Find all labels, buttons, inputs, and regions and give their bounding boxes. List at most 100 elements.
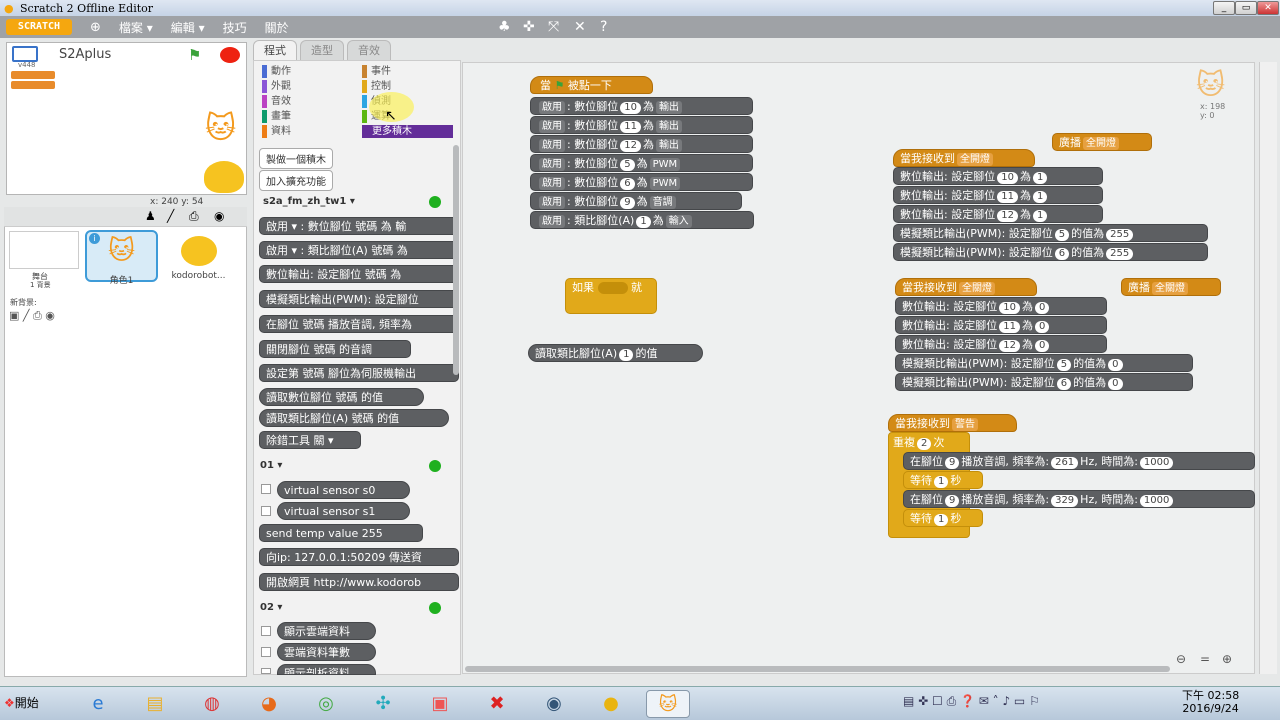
maximize-button[interactable]: ▭ xyxy=(1235,1,1257,15)
extension-header[interactable]: 01 ▾ xyxy=(260,460,282,471)
if-condition-slot[interactable] xyxy=(597,282,628,294)
enable-pin-block[interactable]: 啟用: 數位腳位 11 為輸出 xyxy=(530,116,753,134)
cat-control[interactable]: 控制 xyxy=(362,80,391,93)
palette-reporter[interactable]: virtual sensor s1 xyxy=(277,502,410,520)
script-hscrollbar[interactable] xyxy=(465,666,1170,672)
add-extension-button[interactable]: 加入擴充功能 xyxy=(259,170,333,191)
palette-block[interactable]: 讀取類比腳位(A) 號碼 的值 xyxy=(259,409,449,427)
palette-block[interactable]: 開啟網頁 http://www.kodorob xyxy=(259,573,459,591)
start-button[interactable]: ❖開始 xyxy=(4,694,39,711)
app-icon[interactable]: ✖ xyxy=(475,690,519,718)
cut-icon[interactable]: ✜ xyxy=(523,19,535,35)
output-block[interactable]: 數位輸出: 設定腳位 12 為 1 xyxy=(893,205,1103,223)
enable-pin-block[interactable]: 啟用: 數位腳位 9 為音調 xyxy=(530,192,742,210)
menu-about[interactable]: 關於 xyxy=(265,19,289,36)
palette-block[interactable]: 除錯工具 關 ▾ xyxy=(259,431,361,449)
wait-block[interactable]: 等待 1 秒 xyxy=(903,471,983,489)
tab-scripts[interactable]: 程式 xyxy=(253,40,297,60)
checkbox[interactable] xyxy=(261,626,271,636)
script-vscrollbar[interactable] xyxy=(1259,62,1277,674)
output-block[interactable]: 模擬類比輸出(PWM): 設定腳位 6 的值為 0 xyxy=(895,373,1193,391)
play-tone-block[interactable]: 在腳位 9 播放音調, 頻率為: 261 Hz, 時間為: 1000 xyxy=(903,452,1255,470)
extension-header[interactable]: s2a_fm_zh_tw1 ▾ xyxy=(263,196,355,207)
broadcast-block[interactable]: 廣播 全開燈 xyxy=(1052,133,1152,151)
output-block[interactable]: 模擬類比輸出(PWM): 設定腳位 5 的值為 0 xyxy=(895,354,1193,372)
when-flag-hat[interactable]: 當 ⚑ 被點一下 xyxy=(530,76,653,94)
read-analog-reporter[interactable]: 讀取類比腳位(A) 1 的值 xyxy=(528,344,703,362)
palette-block[interactable]: send temp value 255 xyxy=(259,524,423,542)
palette-block[interactable]: 模擬類比輸出(PWM): 設定腳位 xyxy=(259,290,459,308)
menu-edit[interactable]: 編輯 ▾ xyxy=(171,19,205,36)
if-block[interactable]: 如果 就 xyxy=(565,278,657,314)
cat-sprite[interactable]: 🐱 xyxy=(205,111,236,146)
palette-block[interactable]: 數位輸出: 設定腳位 號碼 為 xyxy=(259,265,459,283)
palette-reporter[interactable]: 顯示雲端資料 xyxy=(277,622,376,640)
cat-sound[interactable]: 音效 xyxy=(262,95,291,108)
menu-tips[interactable]: 技巧 xyxy=(223,19,247,36)
output-block[interactable]: 數位輸出: 設定腳位 10 為 0 xyxy=(895,297,1107,315)
enable-pin-block[interactable]: 啟用: 數位腳位 12 為輸出 xyxy=(530,135,753,153)
when-receive-hat[interactable]: 當我接收到 警告 xyxy=(888,414,1017,432)
output-block[interactable]: 數位輸出: 設定腳位 11 為 1 xyxy=(893,186,1103,204)
minimize-button[interactable]: _ xyxy=(1213,1,1235,15)
chrome-icon[interactable]: ◍ xyxy=(190,690,234,718)
palette-reporter[interactable]: virtual sensor s0 xyxy=(277,481,410,499)
explorer-icon[interactable]: ▤ xyxy=(133,690,177,718)
upload-sprite-icon[interactable]: ⎙ xyxy=(189,209,199,224)
app-icon[interactable]: ▣ xyxy=(418,690,462,718)
palette-block[interactable]: 設定第 號碼 腳位為伺服機輸出 xyxy=(259,364,459,382)
close-button[interactable]: ✕ xyxy=(1257,1,1279,15)
palette-reporter[interactable]: 顯示剖析資料 xyxy=(277,664,376,675)
globe-icon[interactable]: ⊕ xyxy=(90,20,101,35)
stage-thumbnail[interactable] xyxy=(9,231,79,269)
output-block[interactable]: 數位輸出: 設定腳位 12 為 0 xyxy=(895,335,1107,353)
kodorobot-app-icon[interactable]: ● xyxy=(589,690,633,718)
zoom-out-icon[interactable]: ⊖ xyxy=(1176,652,1186,666)
output-block[interactable]: 模擬類比輸出(PWM): 設定腳位 5 的值為 255 xyxy=(893,224,1208,242)
play-tone-block[interactable]: 在腳位 9 播放音調, 頻率為: 329 Hz, 時間為: 1000 xyxy=(903,490,1255,508)
stage[interactable]: v448 🐱 xyxy=(6,42,247,195)
sprite-thumb-cat[interactable]: i 🐱 角色1 xyxy=(85,230,158,286)
palette-block[interactable]: 讀取數位腳位 號碼 的值 xyxy=(259,388,424,406)
checkbox[interactable] xyxy=(261,506,271,516)
tab-costumes[interactable]: 造型 xyxy=(300,40,344,60)
broadcast-block[interactable]: 廣播 全關燈 xyxy=(1121,278,1221,296)
grow-icon[interactable]: ⤧ xyxy=(548,19,559,35)
ie-icon[interactable]: e xyxy=(76,690,120,718)
palette-block[interactable]: 關閉腳位 號碼 的音調 xyxy=(259,340,411,358)
kodorobot-sprite[interactable] xyxy=(204,161,244,193)
camera-icon[interactable]: ◉ xyxy=(214,209,224,223)
palette-block[interactable]: 在腳位 號碼 播放音調, 頻率為 xyxy=(259,315,459,333)
scratch-logo[interactable]: SCRATCH xyxy=(6,19,72,35)
make-block-button[interactable]: 製做一個積木 xyxy=(259,148,333,169)
info-icon[interactable]: i xyxy=(89,233,100,244)
zoom-in-icon[interactable]: ⊕ xyxy=(1222,652,1232,666)
checkbox[interactable] xyxy=(261,668,271,674)
scratch-app-icon[interactable]: 🐱 xyxy=(646,690,690,718)
checkbox[interactable] xyxy=(261,484,271,494)
backdrop-tools[interactable]: ▣ ╱ ⎙ ◉ xyxy=(9,309,55,323)
paint-sprite-icon[interactable]: ╱ xyxy=(167,209,174,223)
duplicate-icon[interactable]: ♣ xyxy=(498,19,511,35)
shrink-icon[interactable]: ✕ xyxy=(574,19,586,35)
output-block[interactable]: 數位輸出: 設定腳位 11 為 0 xyxy=(895,316,1107,334)
app-icon[interactable]: ◉ xyxy=(532,690,576,718)
cat-more-blocks[interactable]: 更多積木 xyxy=(362,125,453,138)
output-block[interactable]: 數位輸出: 設定腳位 10 為 1 xyxy=(893,167,1103,185)
palette-block[interactable]: 啟用 ▾ : 類比腳位(A) 號碼 為 xyxy=(259,241,459,259)
cat-events[interactable]: 事件 xyxy=(362,65,391,78)
cat-data[interactable]: 資料 xyxy=(262,125,291,138)
palette-block[interactable]: 向ip: 127.0.0.1:50209 傳送資 xyxy=(259,548,459,566)
sprite-library-icon[interactable]: ♟ xyxy=(145,209,156,223)
presentation-mode-icon[interactable] xyxy=(12,46,38,62)
checkbox[interactable] xyxy=(261,647,271,657)
tray-icons[interactable]: ▤ ✜ ☐ ⎙ ❓ ✉ ˄ ♪ ▭ ⚐ xyxy=(903,694,1040,709)
output-block[interactable]: 模擬類比輸出(PWM): 設定腳位 6 的值為 255 xyxy=(893,243,1208,261)
palette-reporter[interactable]: 雲端資料筆數 xyxy=(277,643,376,661)
enable-pin-block[interactable]: 啟用: 類比腳位(A) 1 為輸入 xyxy=(530,211,754,229)
palette-scrollbar[interactable] xyxy=(453,145,459,375)
help-icon[interactable]: ? xyxy=(600,19,607,35)
browser-icon[interactable]: ◎ xyxy=(304,690,348,718)
extension-header[interactable]: 02 ▾ xyxy=(260,602,282,613)
green-flag-icon[interactable]: ⚑ xyxy=(188,46,201,64)
